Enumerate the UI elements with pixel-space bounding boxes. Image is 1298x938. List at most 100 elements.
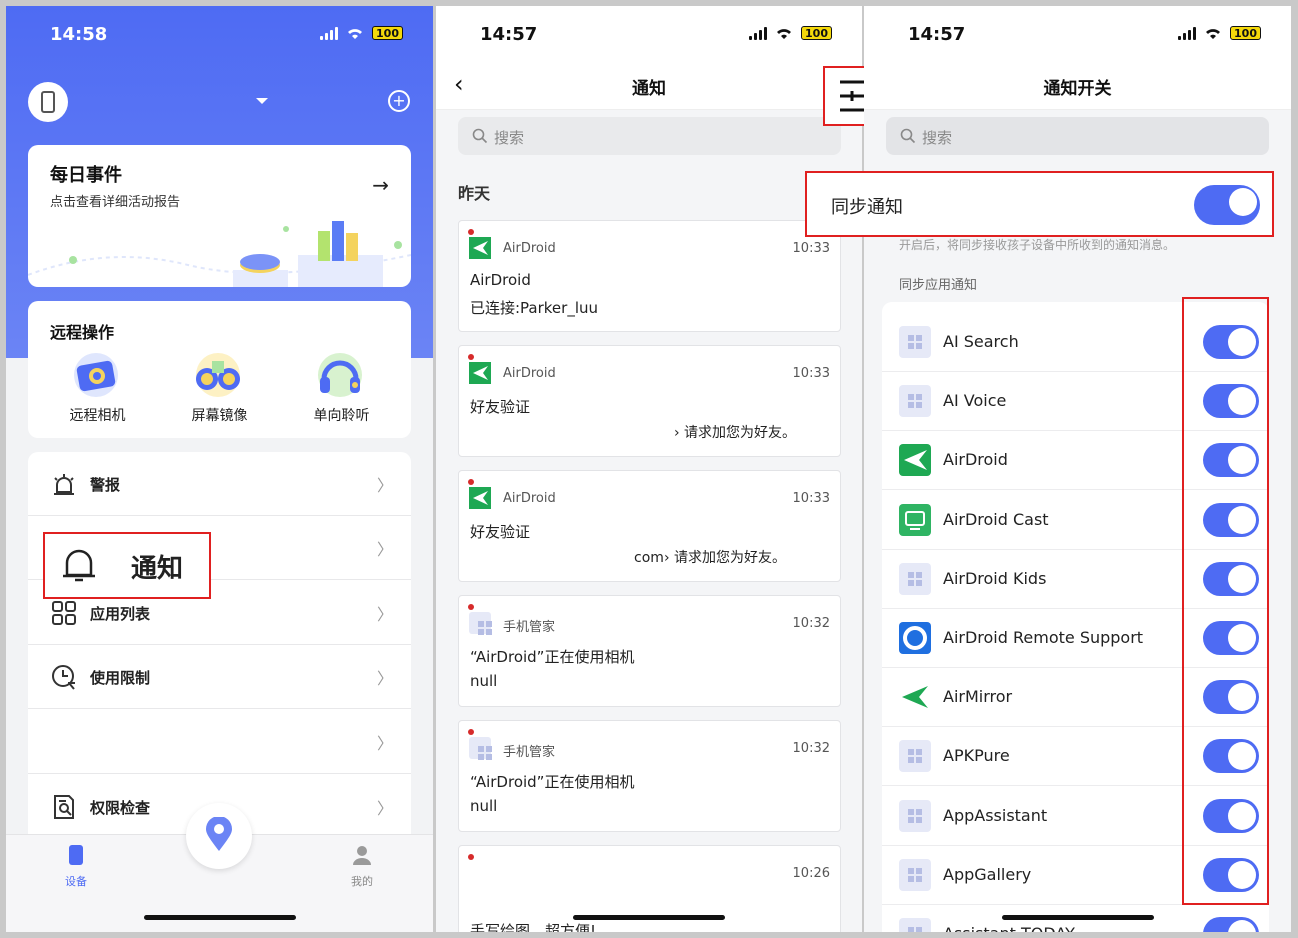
- location-pin-icon: [206, 817, 232, 851]
- notification-body: 已连接:Parker_luu: [470, 299, 599, 317]
- app-name: APKPure: [943, 746, 1010, 766]
- notifications-callout[interactable]: 通知: [43, 532, 211, 599]
- one-way-audio-label: 单向聆听: [313, 408, 370, 424]
- tab-device-label: 设备: [65, 875, 87, 888]
- notifications-callout-label: 通知: [131, 554, 184, 584]
- notification-title: “AirDroid”正在使用相机: [470, 648, 635, 666]
- chevron-right-icon: 〉: [376, 540, 393, 559]
- clock-limit-icon: [52, 665, 75, 690]
- page-title: 通知: [632, 79, 666, 99]
- notifications-screen: 14:57 100 ‹ 通知 搜索 昨天 AirDroid 10:33 AirD…: [436, 6, 862, 932]
- app-name: AppGallery: [943, 864, 1032, 884]
- app-name: AI Search: [943, 332, 1019, 351]
- notification-item[interactable]: AirDroid 10:33 好友验证 › 请求加您为好友。: [458, 345, 841, 457]
- airdroid-app-icon: [469, 487, 491, 509]
- phone-manager-app-icon: [469, 737, 492, 760]
- airdroid-app-icon: [899, 444, 931, 477]
- phone-manager-app-icon: [469, 612, 492, 635]
- airdroid-app-icon: [469, 237, 491, 259]
- app-name: AirDroid Remote Support: [943, 628, 1144, 647]
- chevron-right-icon: 〉: [376, 799, 393, 818]
- app-toggles-highlight: [1182, 297, 1269, 905]
- device-home-screen: 14:58 100 + 每日事件 点击查看详细活动报告 → 远程操作 远程相机 …: [6, 6, 433, 932]
- chevron-right-icon: 〉: [376, 605, 393, 624]
- remote-operations-card: 远程操作 远程相机 屏幕镜像 单向聆听: [28, 301, 411, 438]
- daily-events-card[interactable]: 每日事件 点击查看详细活动报告 →: [28, 145, 411, 287]
- person-icon: [353, 846, 371, 865]
- status-time: 14:57: [480, 24, 538, 45]
- unread-dot: [468, 604, 474, 610]
- sync-notifications-toggle[interactable]: [1194, 185, 1260, 225]
- wifi-icon: [348, 28, 363, 39]
- phone-icon: [41, 91, 55, 113]
- unread-dot: [468, 479, 474, 485]
- search-placeholder: 搜索: [922, 129, 953, 147]
- composite-frame: 14:58 100 + 每日事件 点击查看详细活动报告 → 远程操作 远程相机 …: [0, 0, 1298, 938]
- add-device-icon[interactable]: +: [388, 90, 410, 112]
- generic-app-icon: [899, 562, 931, 595]
- wifi-icon: [777, 28, 792, 39]
- device-dropdown-icon[interactable]: [256, 98, 268, 104]
- binoculars-icon: [196, 353, 240, 397]
- signal-icon: [320, 26, 339, 40]
- search-icon: [472, 128, 488, 144]
- menu-item-alerts[interactable]: 警报 〉: [28, 452, 411, 516]
- tab-device[interactable]: 设备: [56, 845, 96, 895]
- screen-mirror-button[interactable]: 屏幕镜像: [172, 349, 267, 429]
- app-name: AirMirror: [943, 687, 1013, 707]
- wifi-icon: [1206, 28, 1221, 39]
- unread-dot: [468, 354, 474, 360]
- section-yesterday: 昨天: [458, 184, 491, 203]
- battery-icon: 100: [1230, 26, 1261, 40]
- notification-item[interactable]: AirDroid 10:33 AirDroid 已连接:Parker_luu: [458, 220, 841, 332]
- status-bar: 14:58 100: [6, 6, 433, 62]
- home-indicator: [1001, 915, 1154, 920]
- generic-app-icon: [899, 326, 931, 358]
- notification-app: 手机管家: [503, 620, 556, 635]
- notification-time: 10:32: [792, 616, 830, 631]
- notification-item[interactable]: AirDroid 10:33 好友验证 com› 请求加您为好友。: [458, 470, 841, 582]
- notification-item[interactable]: 手机管家 10:32 “AirDroid”正在使用相机 null: [458, 720, 841, 832]
- location-fab[interactable]: [186, 803, 252, 869]
- home-indicator: [143, 915, 296, 920]
- menu-label-permission-check: 权限检查: [90, 799, 151, 817]
- menu-item-usage-limits[interactable]: 使用限制 〉: [28, 645, 411, 709]
- chevron-right-icon: 〉: [376, 476, 393, 495]
- one-way-audio-button[interactable]: 单向聆听: [294, 349, 389, 429]
- search-placeholder: 搜索: [494, 129, 525, 147]
- unread-dot: [468, 729, 474, 735]
- remote-operations-title: 远程操作: [50, 323, 115, 342]
- status-bar: 14:57 100: [864, 6, 1291, 62]
- search-input[interactable]: 搜索: [458, 117, 841, 155]
- notification-body: › 请求加您为好友。: [673, 425, 796, 441]
- app-grid-icon: [52, 601, 76, 625]
- alarm-icon: [54, 474, 74, 495]
- airmirror-app-icon: [899, 681, 931, 714]
- app-name: AirDroid Cast: [943, 509, 1049, 529]
- status-time: 14:57: [908, 24, 966, 45]
- notification-time: 10:33: [792, 491, 830, 506]
- generic-app-icon: [899, 385, 931, 418]
- device-avatar[interactable]: [28, 82, 68, 122]
- tab-me[interactable]: 我的: [342, 845, 382, 895]
- notification-body: null: [470, 672, 498, 690]
- menu-label-app-list: 应用列表: [90, 605, 151, 623]
- unread-dot: [468, 229, 474, 235]
- search-input[interactable]: 搜索: [886, 117, 1269, 155]
- notification-app: AirDroid: [503, 491, 556, 506]
- notification-title: AirDroid: [470, 271, 531, 289]
- menu-item-blank[interactable]: 〉: [28, 710, 411, 774]
- notification-item[interactable]: 手机管家 10:32 “AirDroid”正在使用相机 null: [458, 595, 841, 707]
- app-name: AppAssistant: [943, 805, 1048, 825]
- app-notification-toggle[interactable]: [1203, 917, 1259, 932]
- status-bar: 14:57 100: [436, 6, 862, 62]
- chevron-right-icon: 〉: [376, 734, 393, 753]
- signal-icon: [749, 26, 768, 40]
- document-search-icon: [54, 795, 74, 819]
- airdroid-remote-support-app-icon: [899, 622, 931, 654]
- notification-time: 10:33: [792, 366, 830, 381]
- remote-camera-button[interactable]: 远程相机: [50, 349, 145, 429]
- battery-icon: 100: [372, 26, 403, 40]
- notification-body: 手写绘图，超方便!: [470, 922, 597, 932]
- sync-notifications-row[interactable]: 同步通知: [805, 171, 1274, 237]
